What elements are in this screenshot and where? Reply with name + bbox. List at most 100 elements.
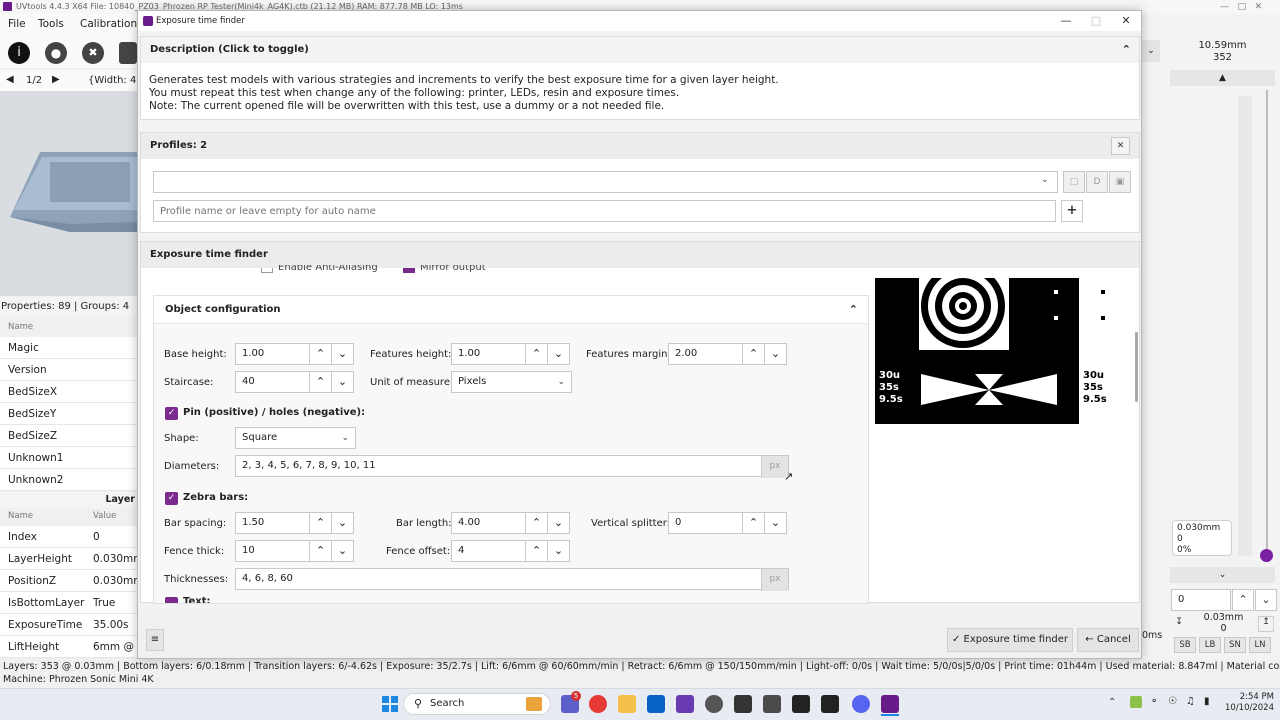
- info-icon[interactable]: i: [8, 42, 30, 64]
- nav-next-icon[interactable]: ▶: [52, 74, 60, 85]
- vertical-splitter-stepper[interactable]: 0 ⌃ ⌄: [668, 512, 789, 534]
- maximize-icon[interactable]: □: [1081, 11, 1111, 31]
- fence-offset-input[interactable]: 4: [451, 540, 526, 562]
- layer-row[interactable]: IsBottomLayer True: [0, 592, 138, 614]
- layer-up-button[interactable]: ▲: [1170, 70, 1275, 86]
- slicer-app-icon[interactable]: [792, 695, 810, 713]
- description-header[interactable]: Description (Click to toggle) ⌃: [141, 37, 1139, 63]
- menu-hamburger-icon[interactable]: ≡: [146, 629, 164, 651]
- staircase-stepper[interactable]: 40 ⌃ ⌄: [235, 371, 356, 393]
- menu-calibration[interactable]: Calibration: [80, 18, 137, 30]
- base-height-stepper[interactable]: 1.00 ⌃ ⌄: [235, 343, 356, 365]
- object-config-header[interactable]: Object configuration ⌃: [154, 296, 868, 324]
- profile-delete-icon[interactable]: ▣: [1109, 171, 1131, 193]
- collapse-icon[interactable]: ⌃: [1122, 37, 1131, 63]
- layer-row[interactable]: Index 0: [0, 526, 138, 548]
- features-margin-stepper[interactable]: 2.00 ⌃ ⌄: [668, 343, 789, 365]
- file-explorer-icon[interactable]: [618, 695, 636, 713]
- v-app-icon[interactable]: [821, 695, 839, 713]
- app-window-controls[interactable]: — □ ✕: [1220, 0, 1280, 14]
- thicknesses-input[interactable]: 4, 6, 8, 60 px: [235, 568, 789, 591]
- last-layer-icon[interactable]: ↥: [1258, 616, 1274, 632]
- layer-slider-track[interactable]: [1238, 96, 1252, 556]
- base-height-down-icon[interactable]: ⌄: [331, 343, 354, 365]
- github-icon[interactable]: [705, 695, 723, 713]
- layer-row[interactable]: PositionZ 0.030mm: [0, 570, 144, 592]
- speaker-icon[interactable]: ♫: [1186, 696, 1195, 707]
- sn-button[interactable]: SN: [1224, 637, 1246, 653]
- windows-start-icon[interactable]: [381, 695, 399, 713]
- layer-number-input[interactable]: 0: [1171, 589, 1231, 611]
- menu-tools[interactable]: Tools: [38, 18, 64, 30]
- bar-spacing-down-icon[interactable]: ⌄: [331, 512, 354, 534]
- layer-down-button[interactable]: ⌄: [1170, 567, 1275, 583]
- profiles-clear-button[interactable]: ✕: [1111, 137, 1130, 155]
- layer-dec-button[interactable]: ⌄: [1255, 589, 1277, 611]
- property-row-version[interactable]: Version: [0, 359, 138, 381]
- visual-studio-icon[interactable]: [676, 695, 694, 713]
- layer-row[interactable]: ExposureTime 35.00s: [0, 614, 138, 636]
- add-profile-button[interactable]: +: [1061, 200, 1083, 222]
- chrome-icon[interactable]: [589, 695, 607, 713]
- features-height-down-icon[interactable]: ⌄: [547, 343, 570, 365]
- discord-icon[interactable]: [852, 695, 870, 713]
- bar-spacing-stepper[interactable]: 1.50 ⌃ ⌄: [235, 512, 356, 534]
- microphone-icon[interactable]: ⚬: [1150, 696, 1158, 707]
- fence-thick-stepper[interactable]: 10 ⌃ ⌄: [235, 540, 356, 562]
- features-height-up-icon[interactable]: ⌃: [525, 343, 548, 365]
- features-margin-down-icon[interactable]: ⌄: [764, 343, 787, 365]
- fence-offset-up-icon[interactable]: ⌃: [525, 540, 548, 562]
- first-layer-icon[interactable]: ↧: [1172, 617, 1186, 631]
- collapse-chevron-icon[interactable]: ⌄: [1142, 40, 1160, 62]
- features-margin-up-icon[interactable]: ⌃: [742, 343, 765, 365]
- menu-file[interactable]: File: [8, 18, 26, 30]
- cancel-button[interactable]: ← Cancel: [1077, 628, 1139, 652]
- vertical-splitter-down-icon[interactable]: ⌄: [764, 512, 787, 534]
- property-row-unknown2[interactable]: Unknown2: [0, 469, 138, 491]
- bar-spacing-input[interactable]: 1.50: [235, 512, 310, 534]
- ln-button[interactable]: LN: [1249, 637, 1271, 653]
- fence-thick-input[interactable]: 10: [235, 540, 310, 562]
- fence-thick-up-icon[interactable]: ⌃: [309, 540, 332, 562]
- tray-app-icon[interactable]: [1130, 696, 1142, 708]
- mirror-output-checkbox[interactable]: [403, 268, 415, 273]
- layer-preview-viewport[interactable]: [0, 92, 138, 296]
- uvtools-taskbar-icon[interactable]: [881, 695, 899, 713]
- sb-button[interactable]: SB: [1174, 637, 1196, 653]
- fence-offset-stepper[interactable]: 4 ⌃ ⌄: [451, 540, 572, 562]
- features-height-input[interactable]: 1.00: [451, 343, 526, 365]
- property-row-magic[interactable]: Magic: [0, 337, 138, 359]
- staircase-input[interactable]: 40: [235, 371, 310, 393]
- layer-inc-button[interactable]: ⌃: [1232, 589, 1254, 611]
- minimize-icon[interactable]: —: [1051, 11, 1081, 31]
- text-checkbox[interactable]: [165, 597, 178, 603]
- battery-icon[interactable]: ▮: [1204, 696, 1210, 707]
- bar-length-input[interactable]: 4.00: [451, 512, 526, 534]
- features-height-stepper[interactable]: 1.00 ⌃ ⌄: [451, 343, 572, 365]
- clipboard-icon[interactable]: [119, 42, 137, 64]
- m-app-icon[interactable]: [734, 695, 752, 713]
- property-row-bedsizez[interactable]: BedSizeZ: [0, 425, 138, 447]
- layer-row[interactable]: LayerHeight 0.030mm: [0, 548, 144, 570]
- diameters-input[interactable]: 2, 3, 4, 5, 6, 7, 8, 9, 10, 11 px: [235, 455, 789, 478]
- zebra-bars-checkbox[interactable]: ✓: [165, 492, 178, 505]
- layer-row[interactable]: LiftHeight 6mm @ 6: [0, 636, 138, 675]
- base-height-up-icon[interactable]: ⌃: [309, 343, 332, 365]
- object-config-collapse-icon[interactable]: ⌃: [849, 296, 858, 324]
- outlook-icon[interactable]: [647, 695, 665, 713]
- tray-chevron-icon[interactable]: ⌃: [1108, 697, 1116, 708]
- shape-select[interactable]: Square ⌄: [235, 427, 356, 449]
- close-icon[interactable]: ✕: [1111, 11, 1141, 31]
- profile-select[interactable]: [153, 171, 1058, 193]
- profile-default-icon[interactable]: D: [1086, 171, 1108, 193]
- vertical-splitter-input[interactable]: 0: [668, 512, 743, 534]
- profile-copy-icon[interactable]: □: [1063, 171, 1085, 193]
- bar-spacing-up-icon[interactable]: ⌃: [309, 512, 332, 534]
- property-row-unknown1[interactable]: Unknown1: [0, 447, 138, 469]
- run-exposure-finder-button[interactable]: ✓ Exposure time finder: [947, 628, 1073, 652]
- nav-prev-icon[interactable]: ◀: [6, 74, 14, 85]
- fence-offset-down-icon[interactable]: ⌄: [547, 540, 570, 562]
- bar-length-up-icon[interactable]: ⌃: [525, 512, 548, 534]
- property-row-bedsizex[interactable]: BedSizeX: [0, 381, 138, 403]
- property-row-bedsizey[interactable]: BedSizeY: [0, 403, 138, 425]
